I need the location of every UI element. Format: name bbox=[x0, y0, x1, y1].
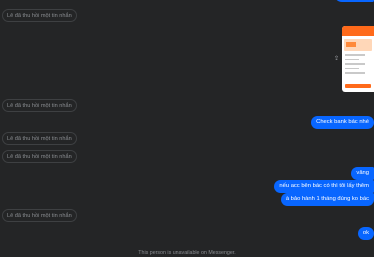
outgoing-message-bubble[interactable]: nếu acc bên bác có thì tôi lấy thêm bbox=[274, 180, 374, 193]
recalled-message: Lê đã thu hồi một tin nhắn bbox=[2, 9, 77, 22]
outgoing-message-bubble[interactable]: à bảo hành 1 tháng đúng ko bác bbox=[280, 193, 374, 206]
recalled-message: Lê đã thu hồi một tin nhắn bbox=[2, 132, 77, 145]
outgoing-message-bubble[interactable]: Check bank bác nhé bbox=[311, 116, 374, 129]
message-thread: Lê đã thu hồi một tin nhắn ⇪ Lê đã thu h… bbox=[0, 0, 374, 257]
image-text-line bbox=[345, 63, 365, 65]
image-text-line bbox=[345, 58, 359, 60]
unavailable-notice: This person is unavailable on Messenger. bbox=[138, 250, 236, 256]
recalled-message: Lê đã thu hồi một tin nhắn bbox=[2, 99, 77, 112]
shared-image-attachment[interactable] bbox=[342, 26, 374, 92]
outgoing-message-bubble[interactable]: ok bbox=[357, 227, 374, 240]
image-text-line bbox=[345, 67, 359, 69]
image-text-line bbox=[345, 54, 365, 56]
share-icon[interactable]: ⇪ bbox=[333, 56, 340, 63]
outgoing-message-bubble[interactable]: vâng bbox=[351, 167, 374, 180]
image-text-line bbox=[345, 72, 365, 74]
image-banner bbox=[344, 39, 372, 51]
image-button-shape bbox=[345, 84, 371, 88]
recalled-message: Lê đã thu hồi một tin nhắn bbox=[2, 150, 77, 163]
recalled-message: Lê đã thu hồi một tin nhắn bbox=[2, 209, 77, 222]
outgoing-message-bubble-cropped[interactable] bbox=[334, 0, 374, 2]
image-header-bar bbox=[342, 26, 374, 36]
